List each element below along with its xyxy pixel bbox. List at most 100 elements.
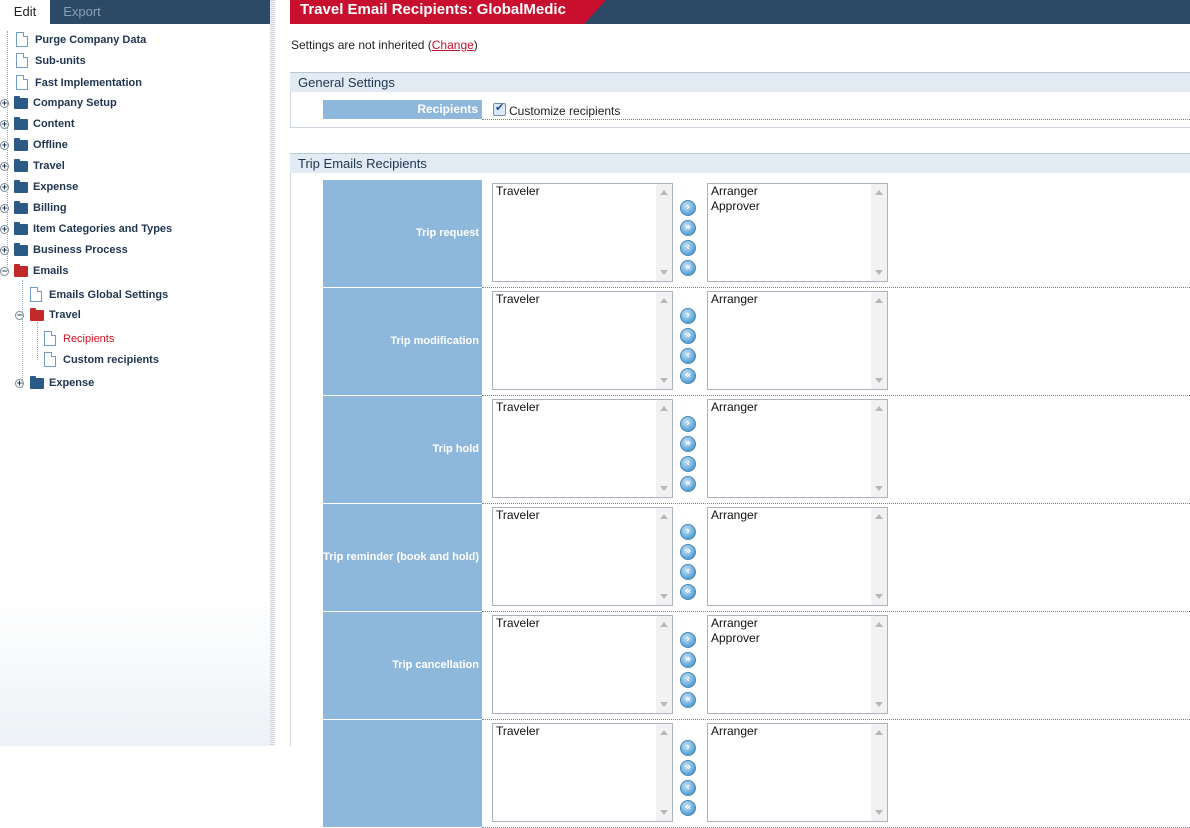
scroll-down-icon[interactable] <box>875 810 883 815</box>
move-right-button[interactable]: › <box>680 740 696 756</box>
list-item[interactable]: Arranger <box>708 616 887 631</box>
list-item[interactable]: Traveler <box>493 292 672 307</box>
scroll-up-icon[interactable] <box>660 298 668 303</box>
available-recipients-list[interactable]: Traveler <box>492 615 673 714</box>
available-recipients-list[interactable]: Traveler <box>492 723 673 822</box>
move-right-button[interactable]: › <box>680 632 696 648</box>
list-item[interactable]: Traveler <box>493 616 672 631</box>
scrollbar[interactable] <box>871 616 887 713</box>
selected-recipients-list[interactable]: Arranger <box>707 291 888 390</box>
move-left-button[interactable]: ‹ <box>680 456 696 472</box>
scroll-up-icon[interactable] <box>875 730 883 735</box>
scroll-down-icon[interactable] <box>660 702 668 707</box>
move-right-button[interactable]: › <box>680 200 696 216</box>
tree-item-emails-global-settings[interactable]: Emails Global Settings <box>0 286 268 304</box>
scroll-down-icon[interactable] <box>875 594 883 599</box>
list-item[interactable]: Approver <box>708 631 887 646</box>
scroll-up-icon[interactable] <box>875 190 883 195</box>
list-item[interactable]: Arranger <box>708 724 887 739</box>
move-all-left-button[interactable]: « <box>680 476 696 492</box>
scrollbar[interactable] <box>656 724 672 821</box>
list-item[interactable]: Arranger <box>708 508 887 523</box>
tree-item-offline[interactable]: + Offline <box>0 136 268 154</box>
available-recipients-list[interactable]: Traveler <box>492 399 673 498</box>
scrollbar[interactable] <box>871 508 887 605</box>
scroll-up-icon[interactable] <box>875 298 883 303</box>
scrollbar[interactable] <box>656 292 672 389</box>
scroll-down-icon[interactable] <box>660 378 668 383</box>
scroll-up-icon[interactable] <box>660 514 668 519</box>
customize-recipients-checkbox[interactable] <box>493 101 506 116</box>
scroll-down-icon[interactable] <box>875 702 883 707</box>
move-right-button[interactable]: › <box>680 416 696 432</box>
list-item[interactable]: Traveler <box>493 184 672 199</box>
tree-item-custom-recipients[interactable]: Custom recipients <box>0 351 268 369</box>
tree-item-expense[interactable]: + Expense <box>0 374 268 392</box>
list-item[interactable]: Approver <box>708 199 887 214</box>
tree-item-business-process[interactable]: + Business Process <box>0 241 268 259</box>
scrollbar[interactable] <box>871 292 887 389</box>
tab-export[interactable]: Export <box>50 0 114 24</box>
tree-item-travel[interactable]: − Travel <box>0 306 268 324</box>
scroll-up-icon[interactable] <box>660 730 668 735</box>
scrollbar[interactable] <box>656 184 672 281</box>
move-right-button[interactable]: › <box>680 308 696 324</box>
tree-item-item-categories-and-types[interactable]: + Item Categories and Types <box>0 220 268 238</box>
selected-recipients-list[interactable]: Arranger <box>707 507 888 606</box>
available-recipients-list[interactable]: Traveler <box>492 507 673 606</box>
move-all-left-button[interactable]: « <box>680 584 696 600</box>
scroll-up-icon[interactable] <box>660 406 668 411</box>
selected-recipients-list[interactable]: Arranger <box>707 723 888 822</box>
move-all-left-button[interactable]: « <box>680 800 696 816</box>
move-left-button[interactable]: ‹ <box>680 672 696 688</box>
selected-recipients-list[interactable]: Arranger Approver <box>707 183 888 282</box>
move-all-right-button[interactable]: » <box>680 544 696 560</box>
list-item[interactable]: Traveler <box>493 508 672 523</box>
tree-item-purge-company-data[interactable]: Purge Company Data <box>0 31 268 49</box>
scroll-up-icon[interactable] <box>875 622 883 627</box>
scroll-down-icon[interactable] <box>875 486 883 491</box>
move-left-button[interactable]: ‹ <box>680 240 696 256</box>
selected-recipients-list[interactable]: Arranger Approver <box>707 615 888 714</box>
change-link[interactable]: Change <box>432 38 474 52</box>
scroll-up-icon[interactable] <box>660 190 668 195</box>
list-item[interactable]: Arranger <box>708 400 887 415</box>
scrollbar[interactable] <box>871 400 887 497</box>
scrollbar[interactable] <box>656 400 672 497</box>
tree-item-emails[interactable]: − Emails <box>0 262 268 280</box>
tree-item-fast-implementation[interactable]: Fast Implementation <box>0 74 268 92</box>
move-left-button[interactable]: ‹ <box>680 780 696 796</box>
move-all-left-button[interactable]: « <box>680 368 696 384</box>
scrollbar[interactable] <box>656 616 672 713</box>
tab-edit[interactable]: Edit <box>0 0 50 24</box>
scroll-up-icon[interactable] <box>660 622 668 627</box>
tree-item-company-setup[interactable]: + Company Setup <box>0 94 268 112</box>
customize-recipients-label[interactable]: Customize recipients <box>509 104 620 118</box>
available-recipients-list[interactable]: Traveler <box>492 183 673 282</box>
scroll-down-icon[interactable] <box>875 270 883 275</box>
move-left-button[interactable]: ‹ <box>680 348 696 364</box>
scroll-down-icon[interactable] <box>660 594 668 599</box>
tree-item-billing[interactable]: + Billing <box>0 199 268 217</box>
scroll-down-icon[interactable] <box>875 378 883 383</box>
list-item[interactable]: Traveler <box>493 400 672 415</box>
tree-item-expense[interactable]: + Expense <box>0 178 268 196</box>
list-item[interactable]: Arranger <box>708 292 887 307</box>
scrollbar[interactable] <box>871 724 887 821</box>
scroll-down-icon[interactable] <box>660 270 668 275</box>
move-all-right-button[interactable]: » <box>680 760 696 776</box>
tree-item-content[interactable]: + Content <box>0 115 268 133</box>
move-all-right-button[interactable]: » <box>680 328 696 344</box>
scroll-up-icon[interactable] <box>875 406 883 411</box>
tree-item-recipients[interactable]: Recipients <box>0 330 268 348</box>
scroll-down-icon[interactable] <box>660 810 668 815</box>
move-all-right-button[interactable]: » <box>680 436 696 452</box>
tree-item-sub-units[interactable]: Sub-units <box>0 52 268 70</box>
move-all-right-button[interactable]: » <box>680 652 696 668</box>
scroll-up-icon[interactable] <box>875 514 883 519</box>
move-left-button[interactable]: ‹ <box>680 564 696 580</box>
list-item[interactable]: Traveler <box>493 724 672 739</box>
selected-recipients-list[interactable]: Arranger <box>707 399 888 498</box>
scrollbar[interactable] <box>871 184 887 281</box>
move-all-right-button[interactable]: » <box>680 220 696 236</box>
